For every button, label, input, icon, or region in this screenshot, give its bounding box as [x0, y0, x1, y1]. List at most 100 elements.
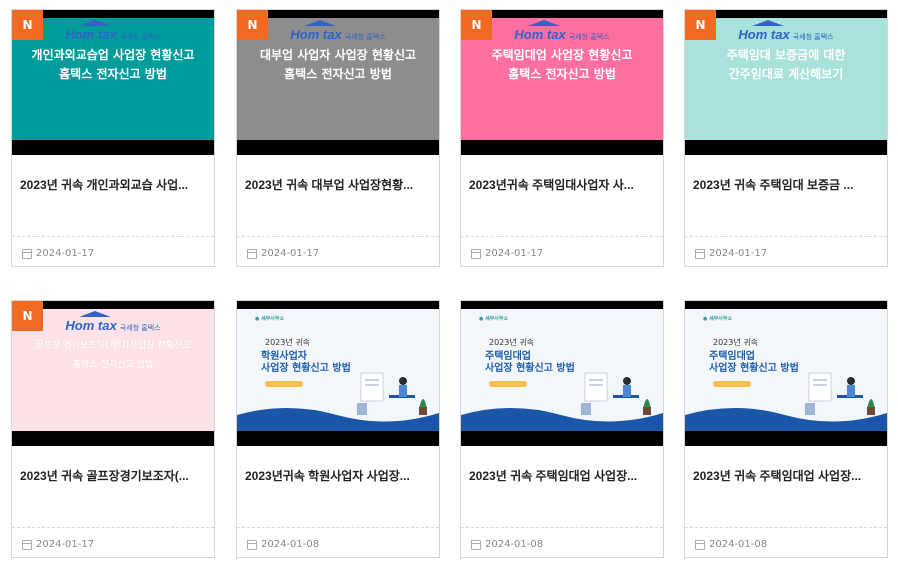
calendar-icon — [22, 248, 32, 259]
slide-year: 2023년 귀속 — [713, 338, 758, 347]
card-divider — [461, 527, 663, 528]
post-title[interactable]: 2023년 귀속 대부업 사업장현황... — [245, 176, 431, 193]
new-badge: N — [237, 10, 268, 40]
post-card[interactable]: ● 세무사무소 2023년 귀속주택임대업 사업장 현황신고 방법 2023년 귀속 … — [684, 300, 888, 558]
post-grid: Hom tax 국세청 홈택스 개인과외교습업 사업장 현황신고 홈택스 전자신고 … — [0, 0, 898, 568]
post-date: 2024-01-17 — [36, 248, 95, 259]
post-date: 2024-01-17 — [709, 248, 768, 259]
post-date: 2024-01-08 — [485, 539, 544, 550]
post-card[interactable]: Hom tax 국세청 홈택스개인과외교습업 사업장 현황신고 홈택스 전자신고 … — [11, 9, 215, 267]
logo-subtext: 국세청 홈택스 — [792, 33, 834, 41]
logo-text: Hom tax — [514, 27, 566, 42]
thumbnail-image: ● 세무사무소 2023년 귀속주택임대업 사업장 현황신고 방법 — [685, 309, 887, 431]
post-card[interactable]: Hom tax 국세청 홈택스주택임대업 사업장 현황신고 홈택스 전자신고 방법… — [460, 9, 664, 267]
card-divider — [685, 527, 887, 528]
post-title[interactable]: 2023년귀속 주택임대사업자 사... — [469, 176, 655, 193]
post-card[interactable]: ● 세무사무소 2023년 귀속학원사업자 사업장 현황신고 방법 2023년귀속 학… — [236, 300, 440, 558]
logo-text: Hom tax — [65, 27, 117, 42]
post-date: 2024-01-08 — [709, 539, 768, 550]
slide-tag — [713, 381, 751, 387]
thumbnail-title: 대부업 사업자 사업장 현황신고 홈택스 전자신고 방법 — [259, 48, 417, 81]
logo-subtext: 국세청 홈택스 — [568, 33, 610, 41]
card-divider — [461, 236, 663, 237]
slide-tag — [489, 381, 527, 387]
post-date-row: 2024-01-17 — [247, 248, 319, 259]
calendar-icon — [22, 539, 32, 550]
slide-logo: ● 세무사무소 — [479, 316, 509, 322]
new-badge: N — [12, 301, 43, 331]
slide-year: 2023년 귀속 — [265, 338, 310, 347]
post-date-row: 2024-01-08 — [471, 539, 543, 550]
post-title[interactable]: 2023년 귀속 주택임대업 사업장... — [469, 467, 655, 484]
thumbnail-image: ● 세무사무소 2023년 귀속주택임대업 사업장 현황신고 방법 — [461, 309, 663, 431]
wave-decoration — [685, 408, 887, 431]
post-thumbnail[interactable]: ● 세무사무소 2023년 귀속주택임대업 사업장 현황신고 방법 — [461, 301, 663, 446]
card-divider — [685, 236, 887, 237]
new-badge: N — [461, 10, 492, 40]
card-divider — [237, 236, 439, 237]
thumbnail-title: 주택임대 보증금에 대한 간주임대료 계산해보기 — [726, 48, 846, 81]
illustration-slide: ● 세무사무소 2023년 귀속학원사업자 사업장 현황신고 방법 — [237, 309, 439, 431]
slide-logo: ● 세무사무소 — [255, 316, 285, 322]
slide-tag — [265, 381, 303, 387]
thumbnail-title: 주택임대업 사업장 현황신고 홈택스 전자신고 방법 — [491, 48, 633, 81]
post-thumbnail[interactable]: ● 세무사무소 2023년 귀속학원사업자 사업장 현황신고 방법 — [237, 301, 439, 446]
post-date-row: 2024-01-17 — [471, 248, 543, 259]
slide-heading-2: 사업장 현황신고 방법 — [709, 363, 799, 374]
post-card[interactable]: Hom tax 국세청 홈택스대부업 사업자 사업장 현황신고 홈택스 전자신고 … — [236, 9, 440, 267]
card-divider — [12, 527, 214, 528]
thumbnail-image: ● 세무사무소 2023년 귀속학원사업자 사업장 현황신고 방법 — [237, 309, 439, 431]
post-date: 2024-01-08 — [261, 539, 320, 550]
logo-text: Hom tax — [738, 27, 790, 42]
slide-heading-1: 주택임대업 — [709, 351, 755, 362]
post-date: 2024-01-17 — [261, 248, 320, 259]
new-badge: N — [685, 10, 716, 40]
post-title[interactable]: 2023년 귀속 주택임대 보증금 ... — [693, 176, 879, 193]
thumbnail-title: 개인과외교습업 사업장 현황신고 홈택스 전자신고 방법 — [31, 48, 195, 81]
roof-icon — [79, 311, 111, 317]
logo-subtext: 국세청 홈택스 — [119, 324, 161, 332]
slide-heading-2: 사업장 현황신고 방법 — [485, 363, 575, 374]
post-title[interactable]: 2023년 귀속 골프장경기보조자(... — [20, 467, 206, 484]
post-title[interactable]: 2023년 귀속 개인과외교습 사업... — [20, 176, 206, 193]
post-title[interactable]: 2023년 귀속 주택임대업 사업장... — [693, 467, 879, 484]
illustration-slide: ● 세무사무소 2023년 귀속주택임대업 사업장 현황신고 방법 — [461, 309, 663, 431]
post-title[interactable]: 2023년귀속 학원사업자 사업장... — [245, 467, 431, 484]
calendar-icon — [695, 248, 705, 259]
new-badge: N — [12, 10, 43, 40]
post-date: 2024-01-17 — [485, 248, 544, 259]
post-date: 2024-01-17 — [36, 539, 95, 550]
slide-year: 2023년 귀속 — [489, 338, 534, 347]
calendar-icon — [695, 539, 705, 550]
post-card[interactable]: Hom tax 국세청 홈택스골프장 경기보조자(캐디)사업장 현황신고 홈택스 … — [11, 300, 215, 558]
post-date-row: 2024-01-17 — [695, 248, 767, 259]
wave-decoration — [461, 408, 663, 431]
slide-heading-1: 학원사업자 — [261, 351, 307, 362]
card-divider — [12, 236, 214, 237]
post-date-row: 2024-01-08 — [695, 539, 767, 550]
calendar-icon — [247, 539, 257, 550]
calendar-icon — [247, 248, 257, 259]
thumbnail-title: 골프장 경기보조자(캐디)사업장 현황신고 홈택스 전자신고 방법 — [35, 341, 191, 370]
roof-icon — [528, 20, 560, 26]
post-card[interactable]: Hom tax 국세청 홈택스주택임대 보증금에 대한 간주임대료 계산해보기 N 2… — [684, 9, 888, 267]
illustration-slide: ● 세무사무소 2023년 귀속주택임대업 사업장 현황신고 방법 — [685, 309, 887, 431]
wave-decoration — [237, 408, 439, 431]
roof-icon — [752, 20, 784, 26]
post-card[interactable]: ● 세무사무소 2023년 귀속주택임대업 사업장 현황신고 방법 2023년 귀속 … — [460, 300, 664, 558]
logo-subtext: 국세청 홈택스 — [119, 33, 161, 41]
roof-icon — [304, 20, 336, 26]
post-date-row: 2024-01-17 — [22, 539, 94, 550]
calendar-icon — [471, 539, 481, 550]
logo-text: Hom tax — [65, 318, 117, 333]
logo-subtext: 국세청 홈택스 — [344, 33, 386, 41]
slide-heading-2: 사업장 현황신고 방법 — [261, 363, 351, 374]
post-date-row: 2024-01-08 — [247, 539, 319, 550]
slide-heading-1: 주택임대업 — [485, 351, 531, 362]
roof-icon — [79, 20, 111, 26]
post-thumbnail[interactable]: ● 세무사무소 2023년 귀속주택임대업 사업장 현황신고 방법 — [685, 301, 887, 446]
logo-text: Hom tax — [290, 27, 342, 42]
calendar-icon — [471, 248, 481, 259]
card-divider — [237, 527, 439, 528]
slide-logo: ● 세무사무소 — [703, 316, 733, 322]
